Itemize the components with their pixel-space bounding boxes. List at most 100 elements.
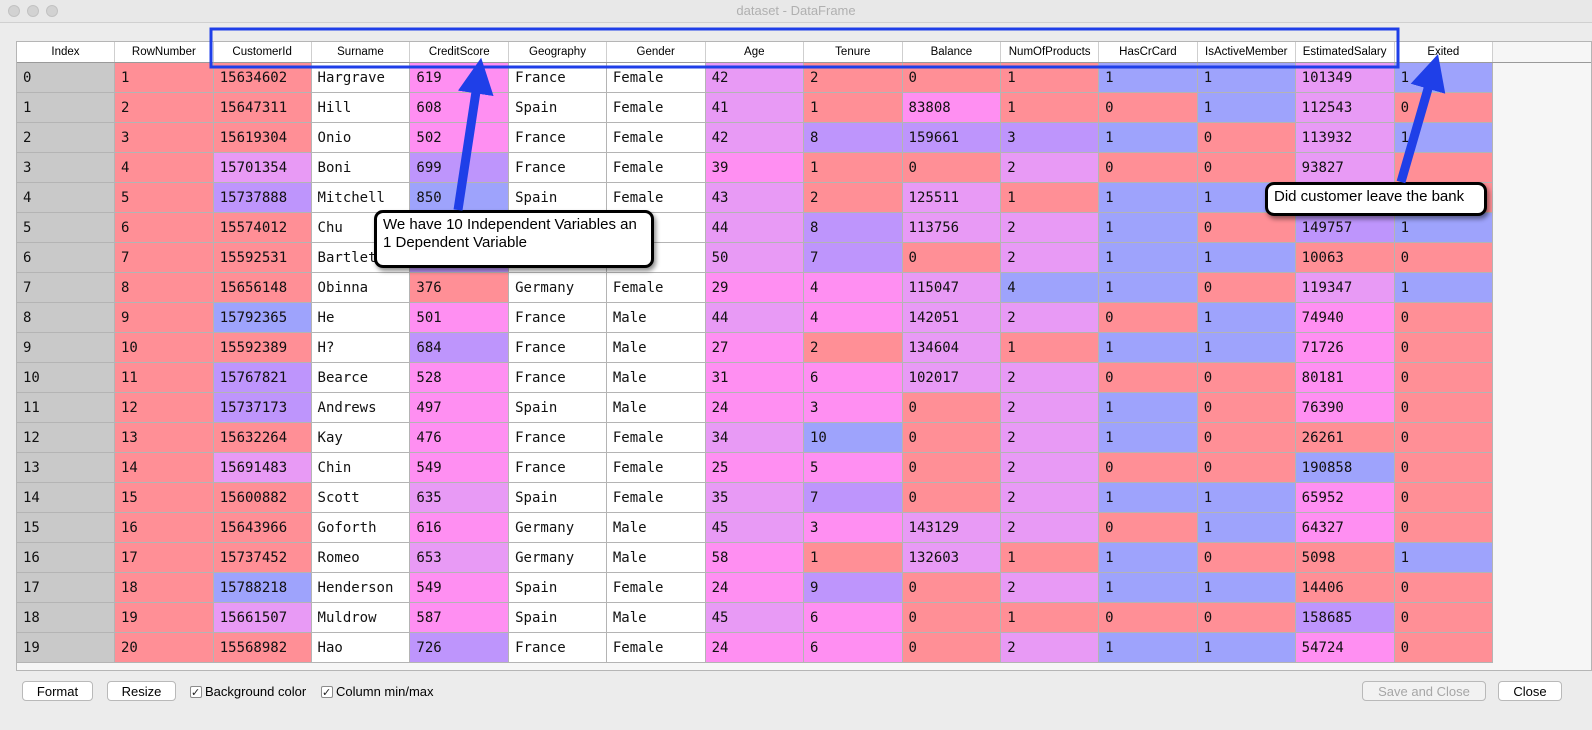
- table-cell[interactable]: 1: [1197, 512, 1296, 543]
- table-cell[interactable]: 113756: [902, 212, 1002, 243]
- row-index-cell[interactable]: 15: [17, 512, 115, 543]
- table-cell[interactable]: 0: [1197, 422, 1296, 453]
- table-cell[interactable]: 1: [1197, 92, 1296, 123]
- column-header-rownumber[interactable]: RowNumber: [114, 42, 214, 63]
- column-header-geography[interactable]: Geography: [508, 42, 607, 63]
- table-cell[interactable]: 1: [1197, 302, 1296, 333]
- table-cell[interactable]: Female: [606, 572, 706, 603]
- table-cell[interactable]: 1: [1394, 542, 1494, 573]
- table-cell[interactable]: 0: [1394, 92, 1494, 123]
- table-cell[interactable]: 0: [1394, 602, 1494, 633]
- column-header-tenure[interactable]: Tenure: [803, 42, 903, 63]
- table-cell[interactable]: 1: [1197, 62, 1296, 93]
- table-cell[interactable]: 2: [803, 332, 903, 363]
- table-cell[interactable]: Hao: [311, 632, 411, 663]
- table-cell[interactable]: 10: [803, 422, 903, 453]
- row-index-cell[interactable]: 5: [17, 212, 115, 243]
- column-header-customerid[interactable]: CustomerId: [213, 42, 312, 63]
- table-cell[interactable]: 24: [705, 572, 805, 603]
- table-cell[interactable]: 2: [1000, 422, 1100, 453]
- checkbox-checked-icon[interactable]: [190, 684, 202, 702]
- background-color-checkbox[interactable]: Background color: [190, 683, 306, 702]
- table-cell[interactable]: Obinna: [311, 272, 411, 303]
- row-index-cell[interactable]: 19: [17, 632, 115, 663]
- table-cell[interactable]: Mitchell: [311, 182, 411, 213]
- table-cell[interactable]: 13: [114, 422, 214, 453]
- row-index-cell[interactable]: 3: [17, 152, 115, 183]
- table-cell[interactable]: Kay: [311, 422, 411, 453]
- table-cell[interactable]: 5: [114, 182, 214, 213]
- table-cell[interactable]: Male: [606, 542, 706, 573]
- table-cell[interactable]: France: [508, 632, 607, 663]
- table-cell[interactable]: 497: [409, 392, 510, 423]
- checkbox-checked-icon[interactable]: [321, 684, 333, 702]
- table-cell[interactable]: 1: [1197, 632, 1296, 663]
- row-index-cell[interactable]: 2: [17, 122, 115, 153]
- table-cell[interactable]: Spain: [508, 572, 607, 603]
- table-cell[interactable]: Spain: [508, 392, 607, 423]
- table-cell[interactable]: 16: [114, 512, 214, 543]
- table-cell[interactable]: 44: [705, 302, 805, 333]
- table-cell[interactable]: 6: [803, 602, 903, 633]
- table-cell[interactable]: 190858: [1295, 452, 1395, 483]
- table-cell[interactable]: 102017: [902, 362, 1002, 393]
- table-cell[interactable]: 15767821: [213, 362, 312, 393]
- table-cell[interactable]: Andrews: [311, 392, 411, 423]
- column-header-index[interactable]: Index: [17, 42, 115, 63]
- table-cell[interactable]: 15661507: [213, 602, 312, 633]
- table-cell[interactable]: 376: [409, 272, 510, 303]
- table-cell[interactable]: 15634602: [213, 62, 312, 93]
- table-cell[interactable]: 0: [902, 62, 1002, 93]
- table-cell[interactable]: 2: [1000, 242, 1100, 273]
- table-cell[interactable]: Female: [606, 62, 706, 93]
- row-index-cell[interactable]: 10: [17, 362, 115, 393]
- table-cell[interactable]: Female: [606, 122, 706, 153]
- table-cell[interactable]: 24: [705, 632, 805, 663]
- table-cell[interactable]: He: [311, 302, 411, 333]
- table-cell[interactable]: France: [508, 452, 607, 483]
- table-cell[interactable]: Romeo: [311, 542, 411, 573]
- table-cell[interactable]: 132603: [902, 542, 1002, 573]
- table-cell[interactable]: 54724: [1295, 632, 1395, 663]
- column-minmax-checkbox[interactable]: Column min/max: [321, 683, 434, 702]
- table-cell[interactable]: Germany: [508, 542, 607, 573]
- table-cell[interactable]: 0: [1197, 452, 1296, 483]
- table-cell[interactable]: 2: [1000, 512, 1100, 543]
- table-cell[interactable]: 0: [1197, 602, 1296, 633]
- table-cell[interactable]: 93827: [1295, 152, 1395, 183]
- table-cell[interactable]: 2: [114, 92, 214, 123]
- table-cell[interactable]: 2: [1000, 212, 1100, 243]
- table-cell[interactable]: Hargrave: [311, 62, 411, 93]
- table-cell[interactable]: Spain: [508, 602, 607, 633]
- table-cell[interactable]: 71726: [1295, 332, 1395, 363]
- table-cell[interactable]: 1: [803, 92, 903, 123]
- table-cell[interactable]: 6: [114, 212, 214, 243]
- table-cell[interactable]: 11: [114, 362, 214, 393]
- table-cell[interactable]: 65952: [1295, 482, 1395, 513]
- table-cell[interactable]: 0: [1394, 332, 1494, 363]
- table-cell[interactable]: 608: [409, 92, 510, 123]
- table-cell[interactable]: Henderson: [311, 572, 411, 603]
- table-cell[interactable]: 18: [114, 572, 214, 603]
- table-cell[interactable]: 10063: [1295, 242, 1395, 273]
- table-cell[interactable]: 502: [409, 122, 510, 153]
- row-index-cell[interactable]: 6: [17, 242, 115, 273]
- table-cell[interactable]: 0: [1394, 152, 1494, 183]
- table-cell[interactable]: 9: [803, 572, 903, 603]
- table-cell[interactable]: France: [508, 302, 607, 333]
- table-cell[interactable]: 0: [1394, 242, 1494, 273]
- table-cell[interactable]: France: [508, 122, 607, 153]
- table-cell[interactable]: 149757: [1295, 212, 1395, 243]
- table-cell[interactable]: 4: [803, 302, 903, 333]
- table-cell[interactable]: 26261: [1295, 422, 1395, 453]
- table-cell[interactable]: 42: [705, 122, 805, 153]
- table-cell[interactable]: Female: [606, 92, 706, 123]
- table-cell[interactable]: 76390: [1295, 392, 1395, 423]
- row-index-cell[interactable]: 12: [17, 422, 115, 453]
- table-cell[interactable]: 0: [1098, 362, 1198, 393]
- table-cell[interactable]: 2: [803, 182, 903, 213]
- table-cell[interactable]: 159661: [902, 122, 1002, 153]
- table-cell[interactable]: 2: [1000, 572, 1100, 603]
- row-index-cell[interactable]: 11: [17, 392, 115, 423]
- table-cell[interactable]: 0: [902, 602, 1002, 633]
